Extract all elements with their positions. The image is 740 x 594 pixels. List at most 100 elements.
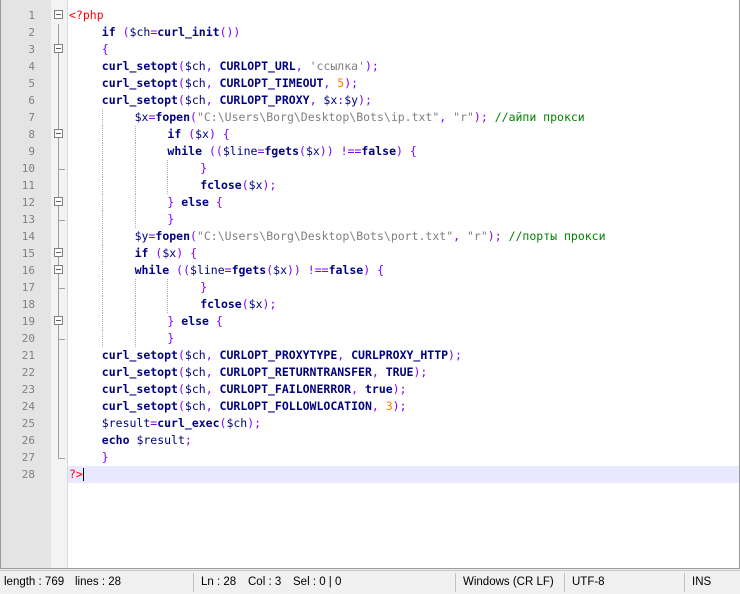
code-token: $x [273,263,287,277]
code-line[interactable]: 27} [1,449,739,466]
code-text: if ($x) { [135,245,197,262]
code-token: curl_setopt [101,59,178,73]
code-line[interactable]: 18 fclose($x); [1,296,739,313]
code-token: $ch [184,76,206,90]
fold-toggle-icon[interactable] [54,10,63,19]
indent-guide [134,211,136,228]
line-number: 5 [28,77,35,90]
code-line[interactable]: 13} [1,211,739,228]
code-token: echo [101,433,130,447]
code-line[interactable]: 1 <?php [1,7,739,24]
code-line[interactable]: 8 if ($x) { [1,126,739,143]
code-token: , [205,399,220,413]
code-token: 'ссылка' [309,59,365,73]
fold-toggle-icon[interactable] [54,44,63,53]
line-number: 8 [28,128,35,141]
code-line[interactable]: 9 while (($line=fgets($x)) !==false) { [1,143,739,160]
fold-line [58,177,59,194]
code-line[interactable]: 15 if ($x) { [1,245,739,262]
code-token: { [101,42,109,56]
indent-guide [167,160,169,177]
fold-line [58,279,59,296]
code-line[interactable]: 17} [1,279,739,296]
code-line[interactable]: 7 $x=fopen("C:\Users\Borg\Desktop\Bots\ip… [1,109,739,126]
code-line[interactable]: 14 $y=fopen("C:\Users\Borg\Desktop\Bots\p… [1,228,739,245]
code-token: = [224,263,232,277]
code-editor[interactable]: 1 <?php 2 if ($ch=curl_init()) 3{4 curl_setop… [0,0,740,569]
line-number: 23 [21,383,35,396]
code-line[interactable]: 19 } else { [1,313,739,330]
code-token: CURLOPT_TIMEOUT [219,76,324,90]
code-token: ); [262,297,277,311]
line-number: 2 [28,26,35,39]
code-token: curl_setopt [101,365,178,379]
code-text: curl_setopt($ch, CURLOPT_FAILONERROR, tr… [102,381,407,398]
status-sel: Sel : 0 | 0 [293,576,342,588]
code-line[interactable]: 10} [1,160,739,177]
code-text: } else { [167,313,222,330]
code-line[interactable]: 11 fclose($x); [1,177,739,194]
code-text: ?> [69,466,84,483]
code-text: $x=fopen("C:\Users\Borg\Desktop\Bots\ip.… [135,109,585,126]
code-text: } [200,160,207,177]
line-number: 28 [21,468,35,481]
code-line[interactable]: 28 ?> [1,466,739,483]
code-line[interactable]: 23 curl_setopt($ch, CURLOPT_FAILONERROR, … [1,381,739,398]
line-number: 21 [21,349,35,362]
code-line[interactable]: 20} [1,330,739,347]
code-token: , [323,76,338,90]
code-token: curl_setopt [101,93,178,107]
line-number: 9 [28,145,35,158]
status-divider [193,573,194,592]
indent-guide [134,126,136,143]
code-line[interactable]: 3{ [1,41,739,58]
code-token: , [351,382,365,396]
code-token: { [409,144,417,158]
fold-end-marker [58,160,65,170]
code-line[interactable]: 2 if ($ch=curl_init()) [1,24,739,41]
code-text: fclose($x); [200,177,276,194]
code-token: CURLOPT_URL [219,59,296,73]
code-text: } [167,330,174,347]
code-token: fclose [200,178,242,192]
indent-guide [134,279,136,296]
code-token: ( [177,348,185,362]
code-token: ( [177,76,185,90]
code-token: fgets [264,144,299,158]
code-line[interactable]: 16 while (($line=fgets($x)) !==false) { [1,262,739,279]
code-line[interactable]: 6 curl_setopt($ch, CURLOPT_PROXY, $x:$y); [1,92,739,109]
code-token: ); [358,93,372,107]
code-token: , [453,229,467,243]
fold-line [58,296,59,313]
code-token: fopen [155,110,191,124]
fold-toggle-icon[interactable] [54,265,63,274]
indent-guide [134,177,136,194]
code-token: , [371,399,386,413]
fold-toggle-icon[interactable] [54,248,63,257]
line-number: 19 [21,315,35,328]
fold-toggle-icon[interactable] [54,197,63,206]
code-line[interactable]: 5 curl_setopt($ch, CURLOPT_TIMEOUT, 5); [1,75,739,92]
fold-end-marker [58,330,65,340]
code-token: ( [122,25,130,39]
code-line[interactable]: 4 curl_setopt($ch, CURLOPT_URL, 'ссылка')… [1,58,739,75]
fold-end-marker [58,449,65,459]
fold-line [58,24,59,41]
fold-line [58,109,59,126]
code-line[interactable]: 24 curl_setopt($ch, CURLOPT_FOLLOWLOCATIO… [1,398,739,415]
code-line[interactable]: 25 $result=curl_exec($ch); [1,415,739,432]
fold-toggle-icon[interactable] [54,129,63,138]
code-line[interactable]: 22 curl_setopt($ch, CURLOPT_RETURNTRANSFE… [1,364,739,381]
indent-guide [101,228,103,245]
fold-toggle-icon[interactable] [54,316,63,325]
code-token: ); [344,76,359,90]
status-bar: length : 769 lines : 28 Ln : 28 Col : 3 … [0,570,740,594]
code-token: { [215,195,223,209]
code-text: echo $result; [102,432,192,449]
code-token: $ch [184,365,206,379]
code-line[interactable]: 12} else { [1,194,739,211]
code-line[interactable]: 21 curl_setopt($ch, CURLOPT_PROXYTYPE, CU… [1,347,739,364]
code-line[interactable]: 26 echo $result; [1,432,739,449]
